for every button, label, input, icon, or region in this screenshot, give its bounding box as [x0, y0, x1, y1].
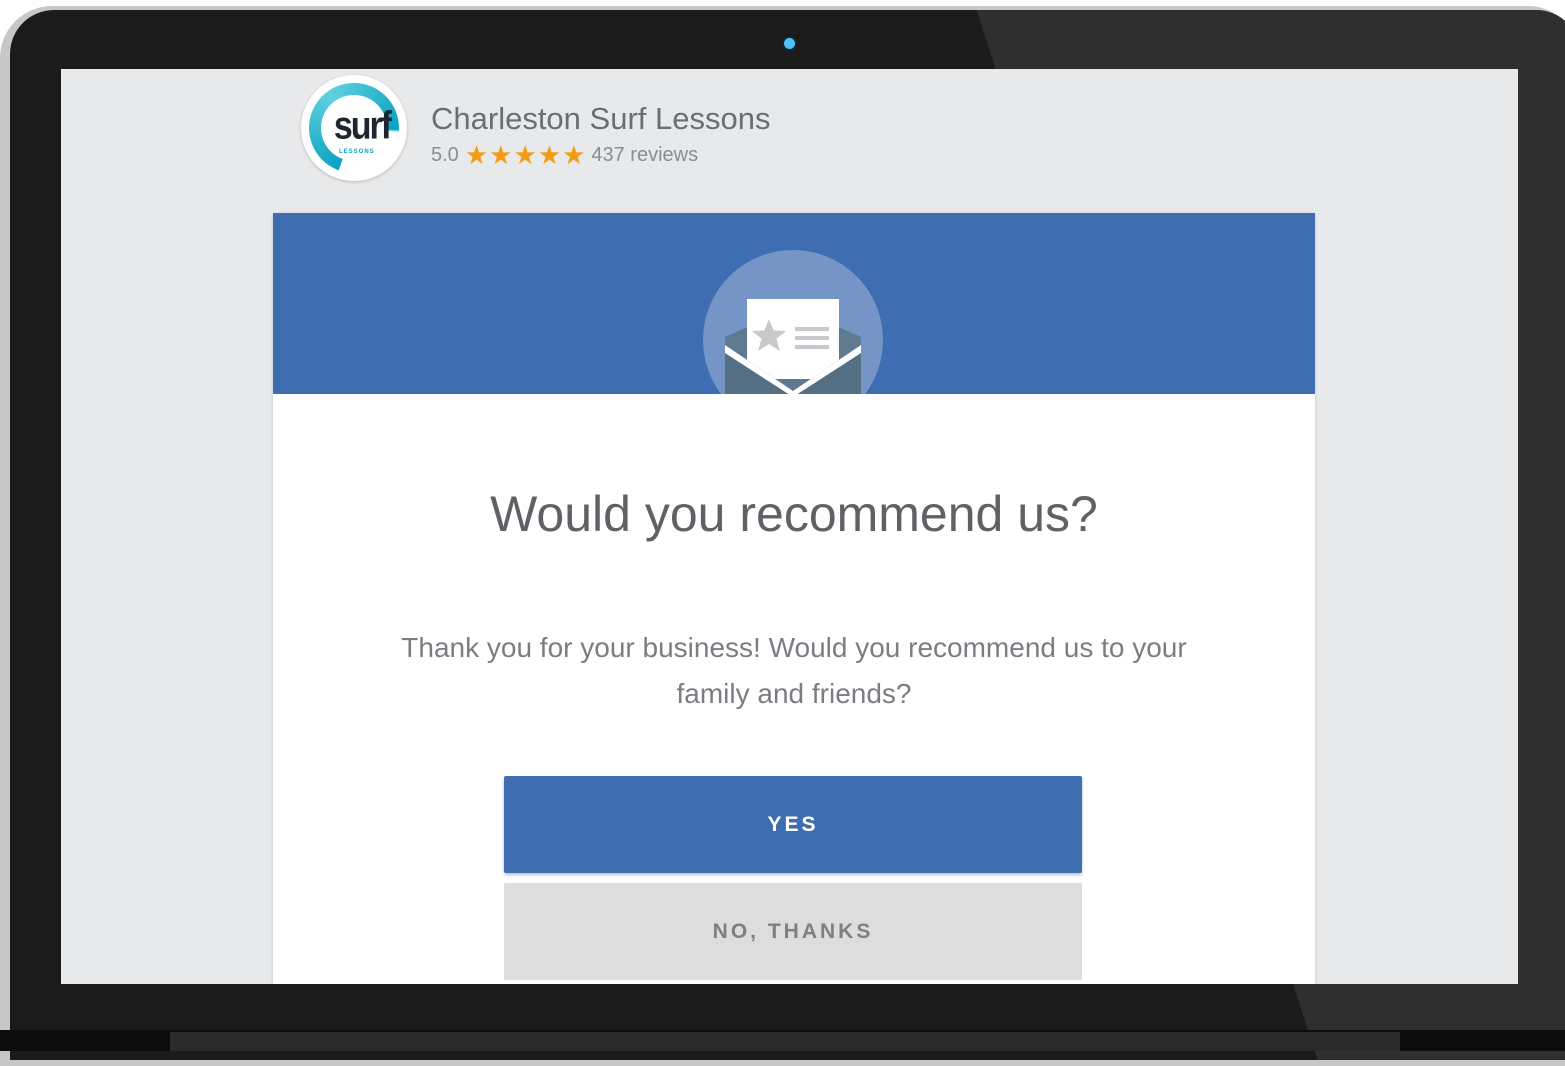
- star-icon: ★: [537, 140, 562, 170]
- laptop-screen: surf LESSONS Charleston Surf Lessons 5.0…: [61, 69, 1518, 984]
- star-rating: ★ ★ ★ ★ ★: [465, 142, 586, 168]
- star-icon: ★: [464, 140, 489, 170]
- business-header: surf LESSONS Charleston Surf Lessons 5.0…: [301, 75, 1001, 185]
- prompt-message: Thank you for your business! Would you r…: [401, 632, 1187, 709]
- star-icon: ★: [489, 140, 513, 170]
- business-name: Charleston Surf Lessons: [431, 101, 771, 136]
- business-logo: surf LESSONS: [301, 75, 407, 181]
- card-banner: [273, 213, 1315, 394]
- logo-subtext: LESSONS: [339, 149, 375, 155]
- prompt-title: Would you recommend us?: [490, 486, 1098, 542]
- laptop-base-hinge: [170, 1032, 1400, 1051]
- rating-row: 5.0 ★ ★ ★ ★ ★ 437 reviews: [431, 141, 698, 169]
- webcam-icon: [784, 38, 795, 49]
- no-thanks-button[interactable]: NO, THANKS: [504, 883, 1082, 980]
- star-icon: ★: [513, 140, 537, 170]
- rating-value: 5.0: [431, 143, 459, 166]
- yes-button[interactable]: YES: [504, 776, 1082, 873]
- envelope-star-icon: [725, 299, 861, 394]
- star-icon: ★: [562, 140, 586, 170]
- logo-text: surf: [333, 104, 392, 148]
- recommend-card: Would you recommend us? Thank you for yo…: [273, 213, 1315, 984]
- review-count: 437 reviews: [591, 143, 699, 166]
